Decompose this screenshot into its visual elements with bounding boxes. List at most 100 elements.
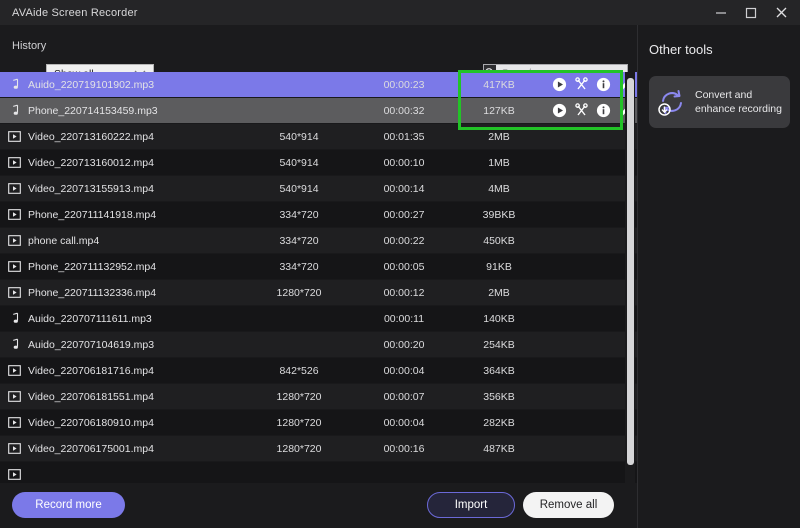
table-row[interactable]: Phone_220711132952.mp4334*72000:00:0591K…	[0, 254, 637, 280]
import-button[interactable]: Import	[427, 492, 515, 518]
row-filename: Video_220713160012.mp4	[28, 157, 244, 169]
remove-all-button[interactable]: Remove all	[523, 492, 614, 518]
convert-enhance-icon	[649, 86, 695, 118]
row-duration: 00:00:05	[354, 261, 454, 273]
row-resolution: 1280*720	[244, 287, 354, 299]
row-resolution: 540*914	[244, 157, 354, 169]
row-resolution: 1280*720	[244, 417, 354, 429]
table-row[interactable]: Auido_220707104619.mp300:00:20254KB	[0, 332, 637, 358]
table-row[interactable]: Video_220713155913.mp4540*91400:00:144MB	[0, 176, 637, 202]
row-filename: Auido_220719101902.mp3	[28, 79, 244, 91]
row-filesize: 364KB	[454, 365, 544, 377]
other-tools-title: Other tools	[649, 42, 713, 57]
info-icon[interactable]	[596, 103, 611, 118]
table-row[interactable]: Video_220713160222.mp4540*91400:01:352MB	[0, 124, 637, 150]
minimize-icon[interactable]	[706, 0, 736, 25]
video-play-icon	[0, 365, 28, 376]
row-resolution: 842*526	[244, 365, 354, 377]
video-play-icon	[0, 469, 28, 480]
row-resolution: 1280*720	[244, 391, 354, 403]
row-filename: Auido_220707104619.mp3	[28, 339, 244, 351]
tool-label-line2: enhance recording	[695, 103, 782, 115]
row-duration: 00:00:14	[354, 183, 454, 195]
row-duration: 00:00:27	[354, 209, 454, 221]
video-play-icon	[0, 443, 28, 454]
video-play-icon	[0, 157, 28, 168]
table-row[interactable]	[0, 462, 637, 483]
play-icon[interactable]	[552, 77, 567, 92]
row-filesize: 2MB	[454, 131, 544, 143]
table-row[interactable]: Phone_220714153459.mp300:00:32127KB	[0, 98, 637, 124]
scissors-icon[interactable]	[574, 103, 589, 118]
scissors-icon[interactable]	[574, 77, 589, 92]
row-actions	[544, 103, 637, 118]
row-filename: Video_220706180910.mp4	[28, 417, 244, 429]
row-resolution: 540*914	[244, 183, 354, 195]
convert-enhance-recording-card[interactable]: Convert and enhance recording	[649, 76, 790, 128]
row-duration: 00:00:04	[354, 417, 454, 429]
row-resolution: 540*914	[244, 131, 354, 143]
row-duration: 00:00:23	[354, 79, 454, 91]
video-play-icon	[0, 417, 28, 428]
row-filesize: 356KB	[454, 391, 544, 403]
table-row[interactable]: Video_220706175001.mp41280*72000:00:1648…	[0, 436, 637, 462]
row-filename: Phone_220711132952.mp4	[28, 261, 244, 273]
app-window: AVAide Screen Recorder History Show all	[0, 0, 800, 528]
video-play-icon	[0, 391, 28, 402]
close-icon[interactable]	[766, 0, 796, 25]
table-row[interactable]: Auido_220707111611.mp300:00:11140KB	[0, 306, 637, 332]
titlebar: AVAide Screen Recorder	[0, 0, 800, 25]
table-row[interactable]: Video_220706180910.mp41280*72000:00:0428…	[0, 410, 637, 436]
row-resolution: 334*720	[244, 209, 354, 221]
row-filename: phone call.mp4	[28, 235, 244, 247]
panel-divider	[637, 25, 638, 528]
row-filename: Video_220706181551.mp4	[28, 391, 244, 403]
row-filesize: 39BKB	[454, 209, 544, 221]
record-more-button[interactable]: Record more	[12, 492, 125, 518]
table-row[interactable]: Video_220706181716.mp4842*52600:00:04364…	[0, 358, 637, 384]
row-duration: 00:00:32	[354, 105, 454, 117]
video-play-icon	[0, 261, 28, 272]
audio-note-icon	[0, 338, 28, 351]
table-row[interactable]: phone call.mp4334*72000:00:22450KB	[0, 228, 637, 254]
play-icon[interactable]	[552, 103, 567, 118]
row-filesize: 2MB	[454, 287, 544, 299]
row-duration: 00:00:22	[354, 235, 454, 247]
table-row[interactable]: Phone_220711141918.mp4334*72000:00:2739B…	[0, 202, 637, 228]
history-label: History	[12, 40, 46, 52]
row-filesize: 254KB	[454, 339, 544, 351]
tool-label-line1: Convert and	[695, 89, 752, 101]
file-list: Auido_220719101902.mp300:00:23417KBPhone…	[0, 72, 637, 483]
row-filesize: 4MB	[454, 183, 544, 195]
video-play-icon	[0, 183, 28, 194]
row-resolution: 1280*720	[244, 443, 354, 455]
row-filename: Phone_220711141918.mp4	[28, 209, 244, 221]
row-filename: Video_220713155913.mp4	[28, 183, 244, 195]
row-filename: Video_220713160222.mp4	[28, 131, 244, 143]
row-filesize: 1MB	[454, 157, 544, 169]
info-icon[interactable]	[596, 77, 611, 92]
row-duration: 00:00:16	[354, 443, 454, 455]
table-row[interactable]: Phone_220711132336.mp41280*72000:00:122M…	[0, 280, 637, 306]
window-controls	[706, 0, 796, 25]
row-filesize: 91KB	[454, 261, 544, 273]
file-list-scrollbar-thumb[interactable]	[627, 78, 634, 465]
video-play-icon	[0, 287, 28, 298]
table-row[interactable]: Auido_220719101902.mp300:00:23417KB	[0, 72, 637, 98]
row-resolution: 334*720	[244, 261, 354, 273]
row-duration: 00:00:10	[354, 157, 454, 169]
row-filesize: 127KB	[454, 105, 544, 117]
table-row[interactable]: Video_220706181551.mp41280*72000:00:0735…	[0, 384, 637, 410]
row-duration: 00:00:12	[354, 287, 454, 299]
row-duration: 00:00:07	[354, 391, 454, 403]
row-filesize: 487KB	[454, 443, 544, 455]
row-filesize: 140KB	[454, 313, 544, 325]
table-row[interactable]: Video_220713160012.mp4540*91400:00:101MB	[0, 150, 637, 176]
row-actions	[544, 77, 637, 92]
audio-note-icon	[0, 104, 28, 117]
row-filename: Phone_220711132336.mp4	[28, 287, 244, 299]
row-filesize: 282KB	[454, 417, 544, 429]
audio-note-icon	[0, 312, 28, 325]
row-duration: 00:01:35	[354, 131, 454, 143]
maximize-icon[interactable]	[736, 0, 766, 25]
